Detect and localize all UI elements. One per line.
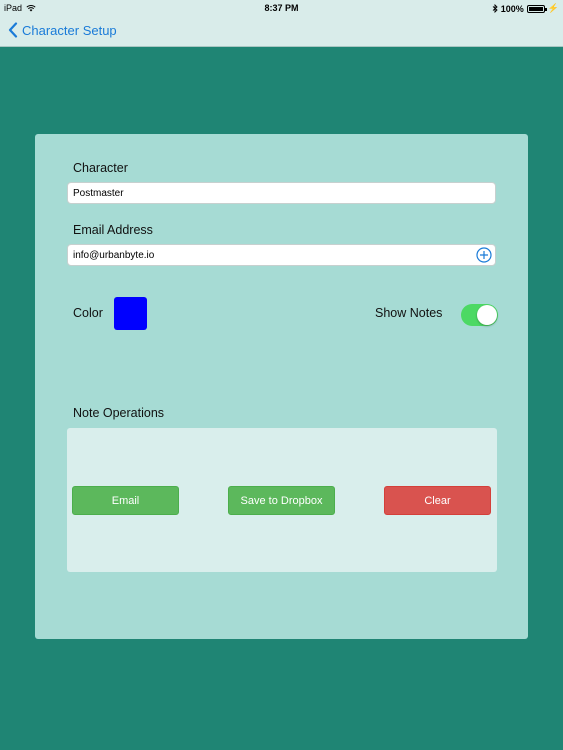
email-value: info@urbanbyte.io — [73, 250, 155, 261]
note-operations-title: Note Operations — [73, 406, 165, 420]
color-label: Color — [73, 306, 103, 320]
battery-icon — [526, 4, 547, 13]
toggle-knob — [477, 305, 497, 325]
save-to-dropbox-button[interactable]: Save to Dropbox — [228, 486, 335, 515]
add-contact-plus-icon[interactable] — [476, 247, 492, 263]
character-value: Postmaster — [73, 188, 124, 199]
status-right: 100% ⚡ — [492, 3, 559, 14]
character-setup-card: Character Postmaster Email Address info@… — [35, 134, 528, 639]
email-button[interactable]: Email — [72, 486, 179, 515]
status-bar: iPad 8:37 PM 100% ⚡ — [0, 0, 563, 16]
status-time: 8:37 PM — [264, 3, 299, 13]
chevron-left-icon — [8, 22, 18, 38]
note-operations-panel: Email Save to Dropbox Clear — [67, 428, 497, 572]
color-swatch[interactable] — [114, 297, 147, 330]
back-button[interactable]: Character Setup — [8, 22, 117, 38]
battery-percent: 100% — [500, 3, 524, 14]
email-label: Email Address — [73, 223, 153, 237]
charging-bolt-icon: ⚡ — [547, 3, 559, 13]
bluetooth-icon — [492, 4, 498, 13]
character-label: Character — [73, 161, 128, 175]
show-notes-toggle[interactable] — [461, 304, 498, 326]
clear-button[interactable]: Clear — [384, 486, 491, 515]
navigation-bar: Character Setup — [0, 16, 563, 47]
back-button-label: Character Setup — [22, 22, 117, 38]
email-field[interactable]: info@urbanbyte.io — [67, 244, 496, 266]
show-notes-label: Show Notes — [375, 306, 443, 320]
character-field[interactable]: Postmaster — [67, 182, 496, 204]
